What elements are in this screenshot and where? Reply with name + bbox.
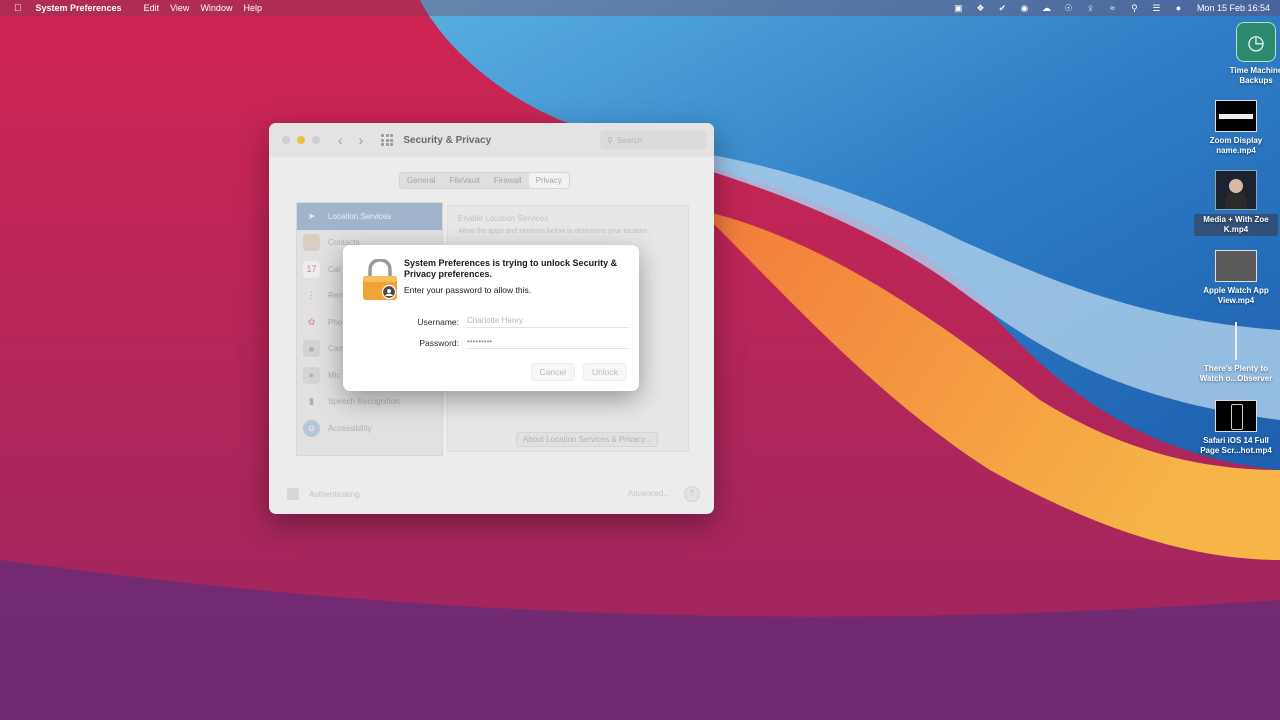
back-arrow-icon[interactable]: ‹ <box>338 132 343 148</box>
siri-icon[interactable]: ● <box>1173 3 1184 13</box>
desktop-icon-label: Time Machine Backups <box>1229 66 1280 85</box>
video-thumbnail-icon <box>1215 170 1257 210</box>
menu-bar:  System Preferences Edit View Window He… <box>0 0 1280 16</box>
advanced-button[interactable]: Advanced... <box>628 489 670 498</box>
tab-filevault[interactable]: FileVault <box>442 173 487 188</box>
accessibility-icon: ☺ <box>303 419 320 437</box>
username-row: Username: Charlotte Henry <box>383 315 629 328</box>
speech-icon: ▮ <box>309 396 314 407</box>
photos-icon: ✿ <box>307 316 316 327</box>
window-title: Security & Privacy <box>403 134 492 146</box>
tab-privacy[interactable]: Privacy <box>528 173 569 188</box>
menu-view[interactable]: View <box>170 3 200 13</box>
menu-window[interactable]: Window <box>200 3 243 13</box>
sidebar-item-label: Pho <box>328 317 343 327</box>
desktop-icon-label: Zoom Display name.mp4 <box>1209 136 1263 155</box>
video-thumbnail-icon <box>1215 250 1257 282</box>
unlock-button[interactable]: Unlock <box>583 363 627 381</box>
lock-icon[interactable] <box>287 488 299 500</box>
sidebar-item-location-services[interactable]: ➤ Location Services <box>297 203 442 230</box>
sidebar-item-speech-recognition[interactable]: ▮ Speech Recognition <box>297 389 442 416</box>
reminders-icon: ⋮ <box>307 290 316 301</box>
time-machine-icon: ◷ <box>1236 22 1276 62</box>
enable-location-checkbox-label[interactable]: Enable Location Services <box>458 214 548 223</box>
apple-menu-icon[interactable]:  <box>0 3 36 14</box>
search-placeholder: Search <box>616 135 643 145</box>
minimize-window-button[interactable] <box>297 136 305 144</box>
control-center-icon[interactable]: ☰ <box>1151 3 1162 13</box>
tab-bar: General FileVault Firewall Privacy <box>399 172 570 189</box>
menu-edit[interactable]: Edit <box>133 3 171 13</box>
desktop-icon-zoom-display[interactable]: Zoom Display name.mp4 <box>1194 100 1278 156</box>
forward-arrow-icon[interactable]: › <box>359 132 364 148</box>
authenticating-text: Authenticating <box>309 489 360 499</box>
padlock-icon <box>363 259 397 300</box>
cloud-icon[interactable]: ☁ <box>1041 3 1052 13</box>
sidebar-item-label: Cal <box>328 264 341 274</box>
username-label: Username: <box>417 316 459 327</box>
desktop-icon-label: There's Plenty to Watch o...Observer <box>1199 364 1273 383</box>
search-icon: ⚲ <box>607 135 613 145</box>
dropbox-icon[interactable]: ❖ <box>975 3 986 13</box>
traffic-lights <box>282 136 320 144</box>
location-arrow-icon: ➤ <box>307 210 316 221</box>
checkmark-icon[interactable]: ✔ <box>997 3 1008 13</box>
dialog-subtitle: Enter your password to allow this. <box>404 285 532 295</box>
menu-app-name[interactable]: System Preferences <box>36 3 133 13</box>
sidebar-item-accessibility[interactable]: ☺ Accessibility <box>297 415 442 442</box>
desktop-icon-label: Media + With Zoe K.mp4 <box>1194 214 1278 236</box>
user-badge-icon[interactable]: ◉ <box>1019 3 1030 13</box>
dialog-title: System Preferences is trying to unlock S… <box>404 258 618 279</box>
desktop-icon-label: Safari iOS 14 Full Page Scr...hot.mp4 <box>1200 436 1272 455</box>
spotlight-search-icon[interactable]: ⚲ <box>1129 3 1140 13</box>
tab-general[interactable]: General <box>400 173 442 188</box>
one-password-icon[interactable]: ☉ <box>1063 3 1074 13</box>
desktop-icon-plenty-to-watch[interactable]: There's Plenty to Watch o...Observer <box>1194 322 1278 384</box>
search-field[interactable]: ⚲ Search <box>600 130 706 150</box>
window-titlebar: ‹ › Security & Privacy ⚲ Search <box>269 123 714 157</box>
bluetooth-icon[interactable]: ᛟ <box>1085 3 1096 13</box>
desktop-icon-apple-watch[interactable]: Apple Watch App View.mp4 <box>1194 250 1278 306</box>
password-label: Password: <box>419 337 459 348</box>
close-window-button[interactable] <box>282 136 290 144</box>
sidebar-item-label: Mic <box>328 370 341 380</box>
sidebar-item-label: Location Services <box>328 211 392 221</box>
dialog-buttons: Cancel Unlock <box>530 363 627 381</box>
desktop-icon-media-zoe[interactable]: Media + With Zoe K.mp4 <box>1194 170 1278 237</box>
sidebar-item-label: Speech Recognition <box>328 397 400 407</box>
password-row: Password: ••••••••• <box>383 336 629 349</box>
desktop-icon-time-machine[interactable]: ◷ Time Machine Backups <box>1214 22 1280 86</box>
unlock-auth-dialog: System Preferences is trying to unlock S… <box>343 245 639 391</box>
sidebar-item-label: Accessibility <box>328 423 372 433</box>
menu-clock[interactable]: Mon 15 Feb 16:54 <box>1197 3 1270 13</box>
zoom-window-button[interactable] <box>312 136 320 144</box>
status-area: ▣ ❖ ✔ ◉ ☁ ☉ ᛟ ≈ ⚲ ☰ ● Mon 15 Feb 16:54 <box>953 0 1270 16</box>
camera-icon: ■ <box>303 340 320 358</box>
wifi-icon[interactable]: ≈ <box>1107 3 1118 13</box>
tab-firewall[interactable]: Firewall <box>487 173 529 188</box>
show-all-grid-icon[interactable] <box>381 134 394 146</box>
microphone-icon: ● <box>303 366 320 384</box>
desktop-icon-safari-ios[interactable]: Safari iOS 14 Full Page Scr...hot.mp4 <box>1194 400 1278 456</box>
allow-apps-text: Allow the apps and services below to det… <box>458 228 650 235</box>
help-button[interactable]: ? <box>684 486 700 502</box>
menu-help[interactable]: Help <box>243 3 273 13</box>
screen-record-icon[interactable]: ▣ <box>953 3 964 13</box>
video-thumbnail-icon <box>1235 322 1237 360</box>
lock-footer: Authenticating <box>287 488 360 500</box>
video-thumbnail-icon <box>1215 400 1257 432</box>
cancel-button[interactable]: Cancel <box>530 363 576 381</box>
video-thumbnail-icon <box>1215 100 1257 132</box>
password-field[interactable]: ••••••••• <box>467 336 629 349</box>
calendar-icon: 17 <box>303 260 320 278</box>
desktop-icon-label: Apple Watch App View.mp4 <box>1203 286 1269 305</box>
username-field[interactable]: Charlotte Henry <box>467 315 629 328</box>
about-location-services-button[interactable]: About Location Services & Privacy... <box>516 432 659 447</box>
contacts-icon <box>303 234 320 252</box>
